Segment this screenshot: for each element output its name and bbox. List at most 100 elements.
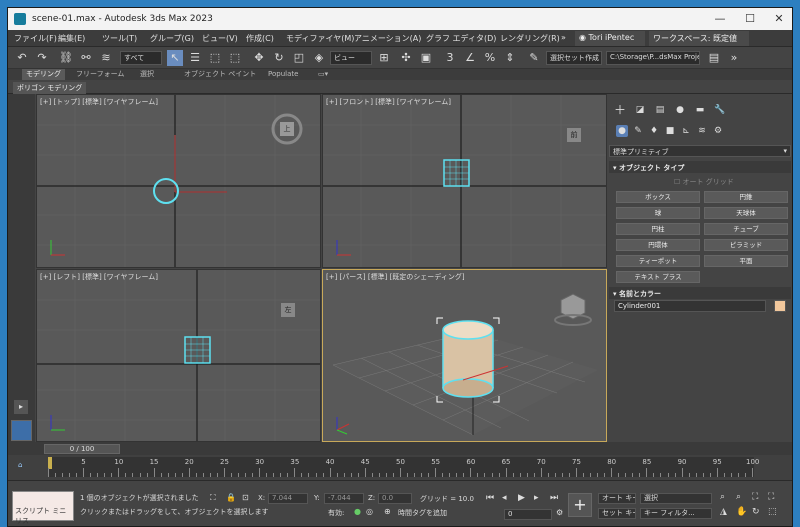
placement-icon[interactable]: ◈	[311, 50, 327, 66]
torus-button[interactable]: 円環体	[616, 239, 700, 251]
menu-graph-editors[interactable]: グラフ エディタ(D)	[426, 33, 496, 44]
play-sidebar-icon[interactable]: ▸	[14, 400, 28, 414]
zoom-icon[interactable]: ⌕	[720, 492, 725, 502]
tab-selection[interactable]: 選択	[136, 69, 158, 80]
next-frame-icon[interactable]: ▸	[534, 493, 539, 503]
set-key-button[interactable]: セット キー	[598, 508, 636, 519]
timeline-ruler[interactable]: 5 10 15 20 25 30 35 40 45 50 55 60 65 70 75 80 85 90 95 100	[48, 457, 759, 477]
name-color-rollout[interactable]: ▾ 名前とカラー	[609, 287, 791, 299]
hierarchy-tab-icon[interactable]: ▤	[654, 104, 666, 116]
select-manipulate-icon[interactable]: ✣	[398, 50, 414, 66]
menu-animation[interactable]: アニメーション(A)	[354, 33, 421, 44]
undo-icon[interactable]: ↶	[14, 50, 30, 66]
polygon-modeling-label[interactable]: ポリゴン モデリング	[13, 82, 87, 94]
utilities-tab-icon[interactable]: 🔧	[714, 104, 726, 116]
pivot-center-icon[interactable]: ⊞	[376, 50, 392, 66]
scale-icon[interactable]: ◰	[291, 50, 307, 66]
autogrid-checkbox[interactable]: ☐ オート グリッド	[674, 177, 734, 187]
create-tab-icon[interactable]: ＋	[614, 104, 626, 116]
user-account[interactable]: ◉ Tori iPentec	[575, 31, 645, 46]
lock-icon[interactable]: 🔒	[226, 493, 236, 502]
isolate-icon[interactable]: ⛶	[210, 493, 216, 503]
time-slider[interactable]: 0 / 100	[44, 444, 120, 454]
geometry-icon[interactable]: ●	[616, 125, 628, 137]
goto-end-icon[interactable]: ⏭	[550, 493, 558, 503]
z-coordinate-field[interactable]: 0.0	[378, 493, 412, 504]
menu-file[interactable]: ファイル(F)	[14, 33, 57, 44]
object-type-rollout[interactable]: ▾ オブジェクト タイプ	[609, 161, 791, 173]
close-button[interactable]: ✕	[764, 8, 792, 30]
redo-icon[interactable]: ↷	[34, 50, 50, 66]
zoom-extents-all-icon[interactable]: ⛶	[768, 492, 774, 502]
minimize-button[interactable]: —	[705, 8, 735, 30]
menu-more-icon[interactable]: »	[561, 33, 566, 42]
menu-edit[interactable]: 編集(E)	[58, 33, 85, 44]
spacewarps-icon[interactable]: ≋	[696, 125, 708, 137]
pan-icon[interactable]: ✋	[736, 507, 747, 517]
y-coordinate-field[interactable]: -7.044	[324, 493, 364, 504]
display-tab-icon[interactable]: ▬	[694, 104, 706, 116]
key-selection-dropdown[interactable]: 選択	[640, 493, 712, 504]
unlink-icon[interactable]: ⚯	[78, 50, 94, 66]
viewport-perspective-label[interactable]: [+] [パース] [標準] [既定のシェーディング]	[326, 272, 465, 282]
helpers-icon[interactable]: ⊾	[680, 125, 692, 137]
move-icon[interactable]: ✥	[251, 50, 267, 66]
zoom-extents-icon[interactable]: ⛶	[752, 492, 758, 502]
time-config-icon[interactable]: ◎	[366, 507, 373, 516]
maxscript-listener[interactable]: スクリプト ミニ リス	[12, 491, 74, 525]
menu-view[interactable]: ビュー(V)	[202, 33, 238, 44]
viewcube-front-label[interactable]: 前	[567, 130, 581, 140]
viewport-front[interactable]: [+] [フロント] [標準] [ワイヤフレーム] 前	[322, 94, 607, 268]
goto-start-icon[interactable]: ⏮	[486, 493, 494, 503]
select-object-icon[interactable]: ↖	[167, 50, 183, 66]
geosphere-button[interactable]: 天球体	[704, 207, 788, 219]
project-folder-icon[interactable]: ▤	[706, 50, 722, 66]
tab-modeling[interactable]: モデリング	[22, 69, 65, 80]
current-frame-field[interactable]: 0	[504, 509, 552, 520]
ribbon-options-icon[interactable]: ▭▾	[314, 69, 332, 80]
viewport-layout-icon[interactable]	[11, 420, 32, 441]
angle-snap-icon[interactable]: ∠	[462, 50, 478, 66]
prev-frame-icon[interactable]: ◂	[502, 493, 507, 503]
x-coordinate-field[interactable]: 7.044	[268, 493, 308, 504]
cylinder-button[interactable]: 円柱	[616, 223, 700, 235]
reference-coord-select[interactable]: ビュー	[330, 51, 372, 65]
viewport-top-label[interactable]: [+] [トップ] [標準] [ワイヤフレーム]	[40, 97, 158, 107]
tube-button[interactable]: チューブ	[704, 223, 788, 235]
viewport-top[interactable]: [+] [トップ] [標準] [ワイヤフレーム] 上	[36, 94, 321, 268]
spinner-snap-icon[interactable]: ⇕	[502, 50, 518, 66]
key-filters-button[interactable]: キー フィルタ...	[640, 508, 712, 519]
play-icon[interactable]: ▶	[518, 493, 525, 503]
teapot-button[interactable]: ティーポット	[616, 255, 700, 267]
link-icon[interactable]: ⛓	[58, 50, 74, 66]
keyboard-shortcut-icon[interactable]: ▣	[418, 50, 434, 66]
systems-icon[interactable]: ⚙	[712, 125, 724, 137]
rotate-icon[interactable]: ↻	[271, 50, 287, 66]
viewport-perspective[interactable]: [+] [パース] [標準] [既定のシェーディング]	[322, 269, 607, 442]
workspace-selector[interactable]: ワークスペース: 既定値	[649, 31, 749, 46]
viewport-front-label[interactable]: [+] [フロント] [標準] [ワイヤフレーム]	[326, 97, 451, 107]
add-time-tag-icon[interactable]: ⊕	[384, 507, 391, 516]
field-of-view-icon[interactable]: ◮	[720, 507, 727, 517]
auto-key-button[interactable]: オート キー	[598, 493, 636, 504]
edit-named-selection-icon[interactable]: ✎	[526, 50, 542, 66]
menu-rendering[interactable]: レンダリング(R)	[500, 33, 560, 44]
project-path[interactable]: C:\Storage\P...dsMax Project	[606, 51, 700, 65]
maximize-button[interactable]: ☐	[735, 8, 765, 30]
box-button[interactable]: ボックス	[616, 191, 700, 203]
transform-mode-icon[interactable]: ⊡	[242, 493, 249, 502]
zoom-all-icon[interactable]: ⌕	[736, 492, 741, 502]
adaptive-degradation-icon[interactable]: ●	[354, 507, 361, 516]
menu-modifiers[interactable]: モディファイヤ(M)	[286, 33, 354, 44]
object-color-swatch[interactable]	[774, 300, 786, 312]
cameras-icon[interactable]: ■	[664, 125, 676, 137]
orbit-icon[interactable]: ↻	[752, 507, 760, 517]
textplus-button[interactable]: テキスト プラス	[616, 271, 700, 283]
motion-tab-icon[interactable]: ●	[674, 104, 686, 116]
viewport-left-label[interactable]: [+] [レフト] [標準] [ワイヤフレーム]	[40, 272, 158, 282]
set-key-big-button[interactable]: +	[568, 493, 592, 517]
percent-snap-icon[interactable]: %	[482, 50, 498, 66]
tab-object-paint[interactable]: オブジェクト ペイント	[180, 69, 260, 80]
tab-freeform[interactable]: フリーフォーム	[72, 69, 128, 80]
snaps-toggle-icon[interactable]: 3	[442, 50, 458, 66]
